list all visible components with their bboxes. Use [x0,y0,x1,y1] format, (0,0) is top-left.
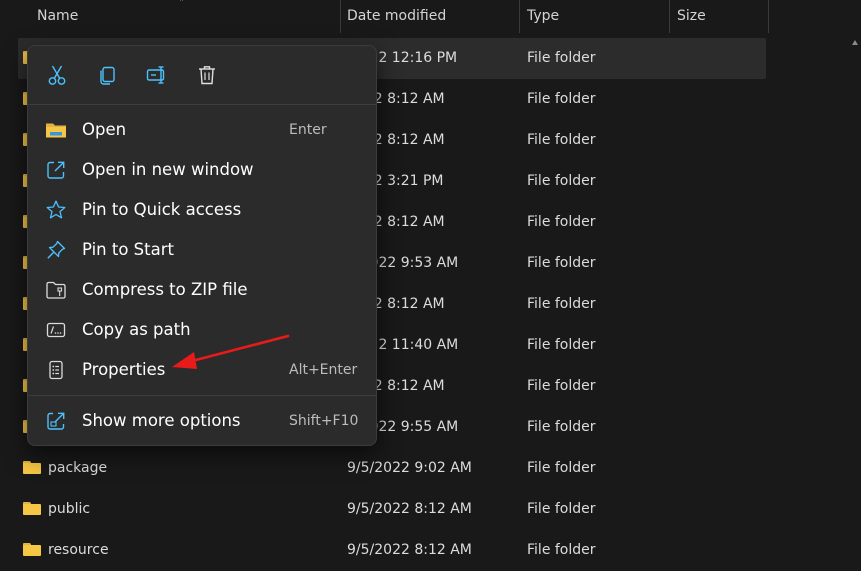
open-new-window-icon [45,159,67,181]
menu-item-shortcut: Shift+F10 [289,413,359,429]
menu-item-label: Compress to ZIP file [82,280,248,299]
delete-icon [199,66,215,85]
row-type: File folder [527,255,596,271]
menu-item-compress-zip[interactable]: Compress to ZIP file [28,270,376,310]
row-type: File folder [527,173,596,189]
menu-item-pin-start[interactable]: Pin to Start [28,230,376,270]
column-divider[interactable] [340,0,341,33]
row-type: File folder [527,296,596,312]
row-type: File folder [527,460,596,476]
menu-item-properties[interactable]: Properties Alt+Enter [28,350,376,390]
folder-icon [23,461,41,474]
cut-icon [48,65,66,85]
copy-path-icon [45,319,67,341]
column-date-modified-header[interactable]: Date modified [347,0,446,33]
column-size-header[interactable]: Size [677,0,706,33]
menu-item-label: Properties [82,360,166,379]
copy-button[interactable] [95,62,121,88]
row-name: package [48,460,108,476]
row-type: File folder [527,214,596,230]
row-type: File folder [527,132,596,148]
row-name: resource [48,542,109,558]
delete-button[interactable] [194,62,220,88]
folder-open-icon [45,119,67,141]
vertical-scrollbar[interactable] [852,40,858,554]
row-type: File folder [527,542,596,558]
properties-icon [45,359,67,381]
menu-item-label: Open in new window [82,160,254,179]
zip-icon [45,279,67,301]
row-name: public [48,501,91,517]
menu-item-label: Pin to Start [82,240,174,259]
rename-button[interactable] [144,62,170,88]
copy-icon [100,66,115,85]
show-more-icon [45,410,67,432]
column-divider[interactable] [669,0,670,33]
menu-item-shortcut: Enter [289,122,327,138]
star-icon [45,199,67,221]
row-type: File folder [527,378,596,394]
context-menu: Open Enter Open in new window Pin to Qui… [27,45,377,446]
column-divider[interactable] [519,0,520,33]
row-type: File folder [527,91,596,107]
column-header: Name ˄ Date modified Type Size [0,0,861,33]
menu-item-copy-as-path[interactable]: Copy as path [28,310,376,350]
menu-item-label: Copy as path [82,320,191,339]
row-type: File folder [527,337,596,353]
menu-item-pin-quick-access[interactable]: Pin to Quick access [28,190,376,230]
menu-item-shortcut: Alt+Enter [289,362,358,378]
menu-divider [28,395,376,396]
folder-icon [23,543,41,556]
row-date-modified: 9/5/2022 8:12 AM [347,501,472,517]
menu-item-show-more-options[interactable]: Show more options Shift+F10 [28,401,376,441]
folder-icon [23,502,41,515]
cut-button[interactable] [44,62,70,88]
column-name-header[interactable]: Name [37,0,78,33]
menu-item-label: Pin to Quick access [82,200,242,219]
row-date-modified: 9/5/2022 9:02 AM [347,460,472,476]
table-row[interactable]: resource 9/5/2022 8:12 AM File folder [18,530,766,571]
menu-item-open[interactable]: Open Enter [28,110,376,150]
row-date-modified: 9/5/2022 8:12 AM [347,542,472,558]
row-type: File folder [527,501,596,517]
column-type-header[interactable]: Type [527,0,559,33]
table-row[interactable]: package 9/5/2022 9:02 AM File folder [18,448,766,489]
table-row[interactable]: public 9/5/2022 8:12 AM File folder [18,489,766,530]
rename-icon [146,66,165,84]
row-type: File folder [527,419,596,435]
row-type: File folder [527,50,596,66]
menu-item-open-new-window[interactable]: Open in new window [28,150,376,190]
menu-item-label: Show more options [82,411,241,430]
column-divider[interactable] [768,0,769,33]
menu-item-label: Open [82,120,127,139]
pin-icon [45,239,67,261]
scroll-up-arrow-icon[interactable] [852,40,858,45]
sort-ascending-icon: ˄ [179,0,184,9]
menu-divider [28,104,376,105]
